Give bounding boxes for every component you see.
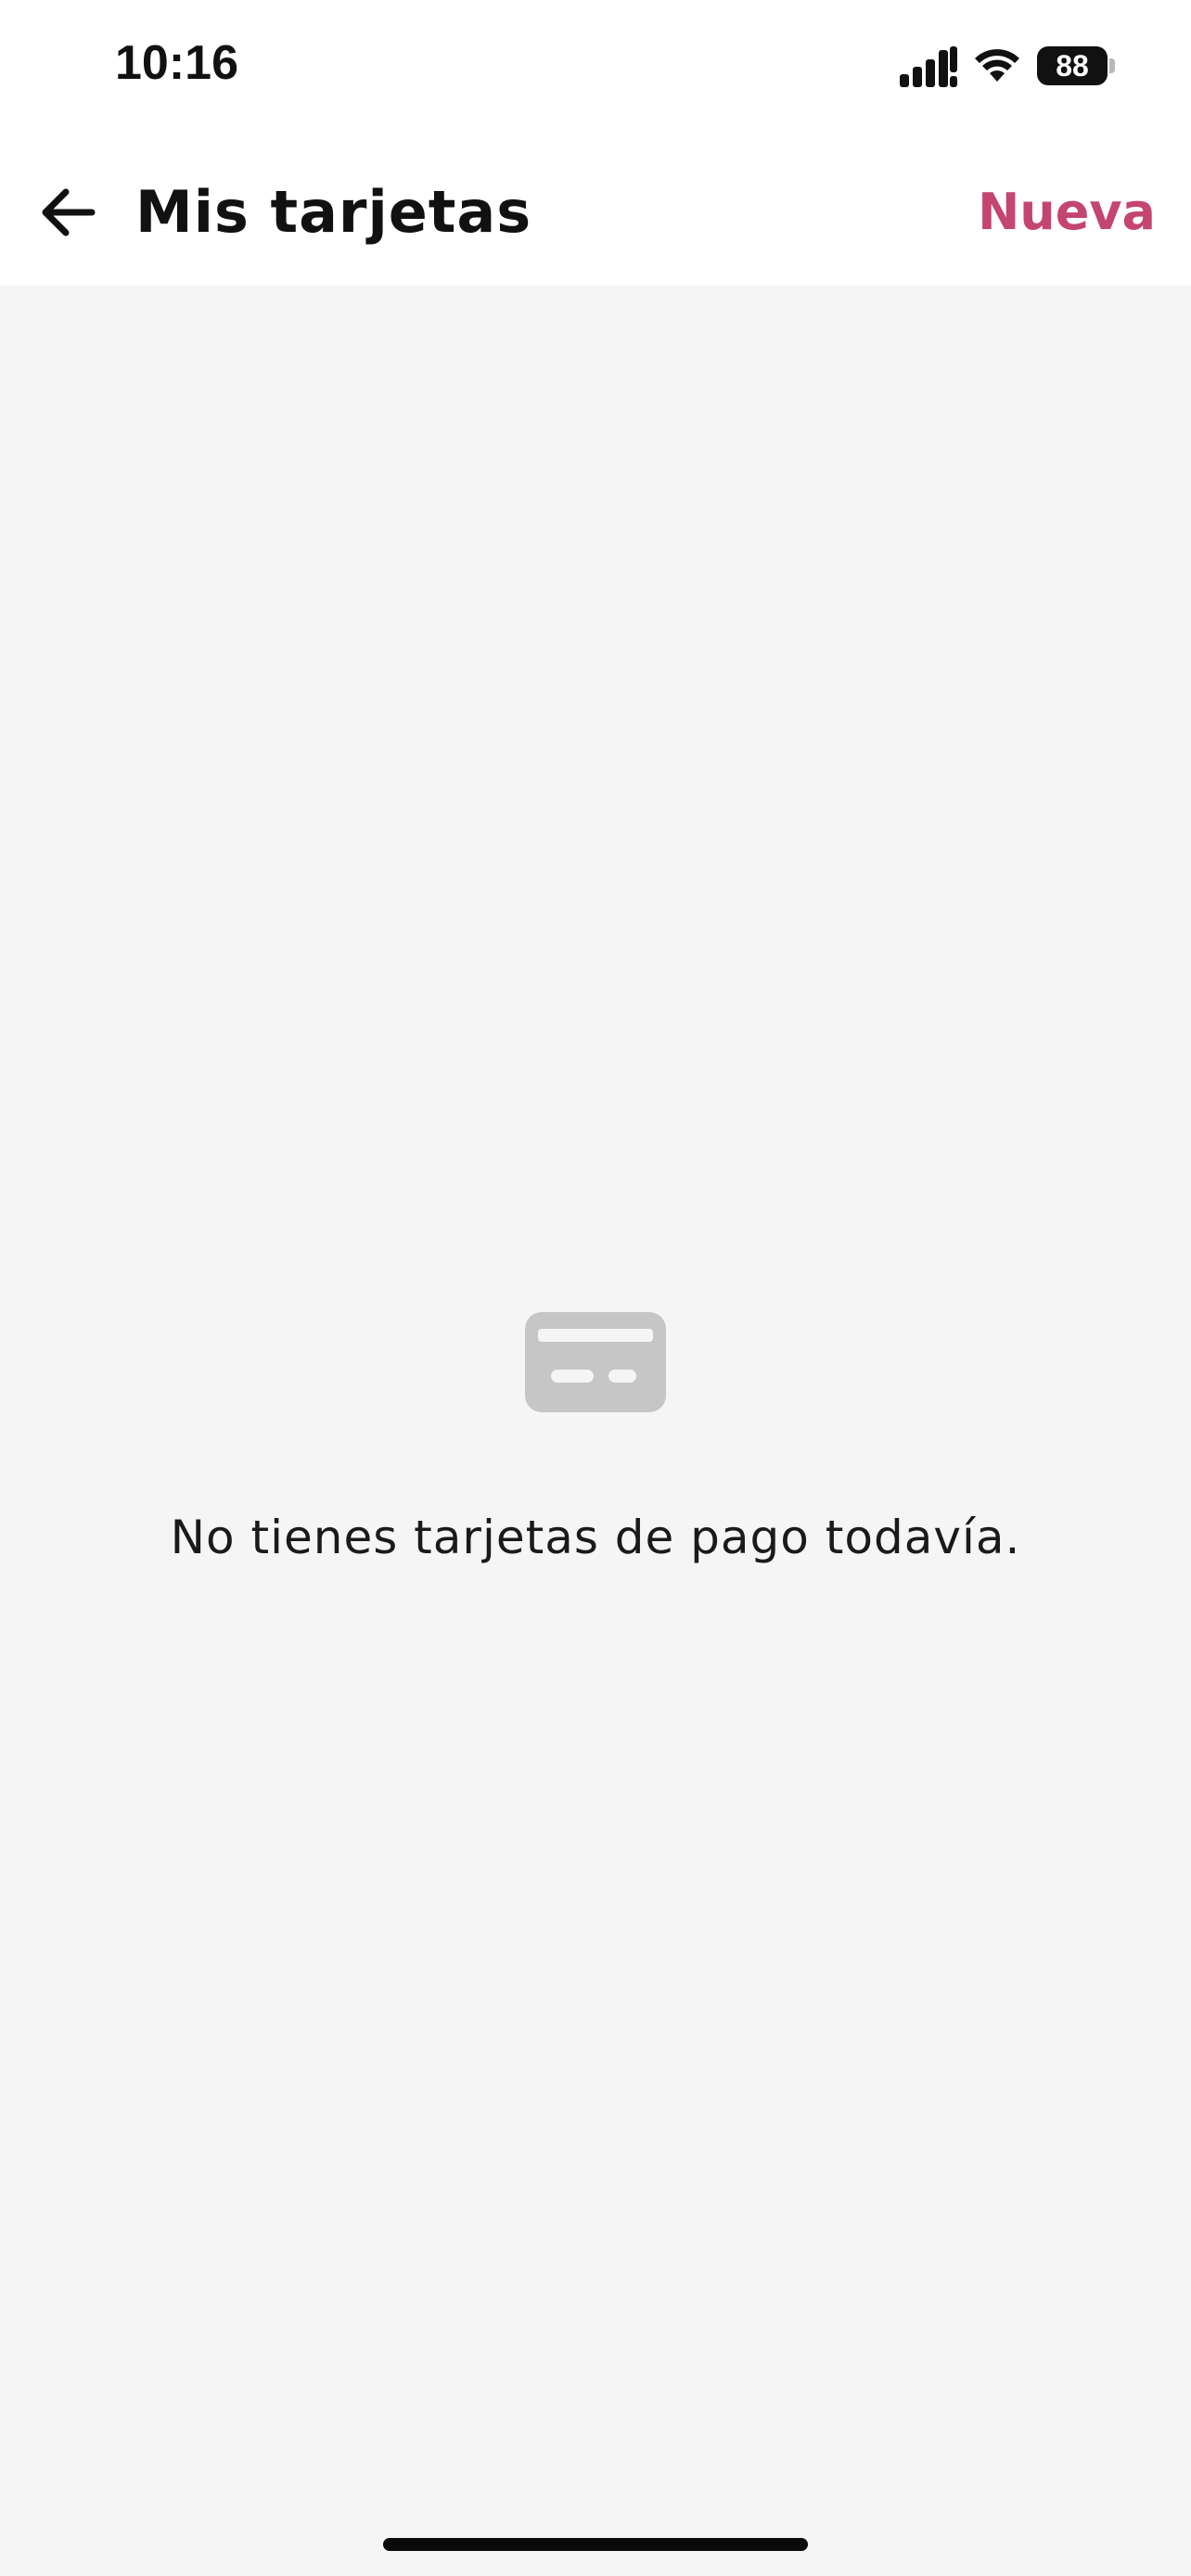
empty-message: No tienes tarjetas de pago todavía. <box>170 1511 1021 1564</box>
arrow-left-icon <box>42 188 96 236</box>
empty-state: No tienes tarjetas de pago todavía. <box>0 1312 1191 1564</box>
back-button[interactable] <box>28 172 108 252</box>
battery-icon: 88 <box>1037 46 1115 85</box>
status-time: 10:16 <box>115 36 238 90</box>
battery-level: 88 <box>1037 46 1108 85</box>
new-card-button[interactable]: Nueva <box>978 172 1156 252</box>
battery-tip <box>1109 58 1115 73</box>
credit-card-icon <box>525 1312 666 1412</box>
page-title: Mis tarjetas <box>135 178 532 246</box>
status-bar: 10:16 88 <box>0 0 1191 139</box>
wifi-icon <box>975 49 1019 82</box>
app-header: Mis tarjetas Nueva <box>0 139 1191 286</box>
signal-icon <box>900 46 957 87</box>
home-indicator[interactable] <box>383 2538 808 2551</box>
